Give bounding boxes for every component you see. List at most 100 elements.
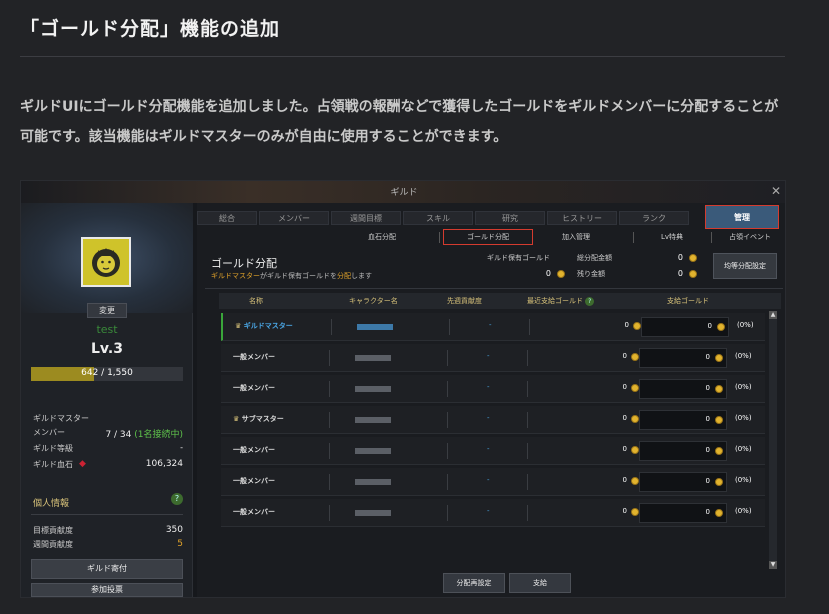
role-label: 一般メンバー (233, 446, 275, 454)
info-bloodstone: ギルド血石 ◆ 106,324 (33, 459, 183, 471)
remaining-value: 0 (677, 269, 683, 278)
guild-management-panel: 総合 メンバー 週間目標 スキル 研究 ヒストリー ランク 管理 血石分配 ゴー… (197, 203, 785, 597)
recent-gold: 0 (622, 445, 627, 453)
lion-icon (92, 248, 120, 277)
table-row[interactable]: 一般メンバー - 0 0 (0%) (221, 437, 765, 465)
character-name-redacted (355, 479, 391, 485)
gold-coin-icon (631, 353, 639, 361)
article-title: 「ゴールド分配」機能の追加 (20, 18, 281, 40)
gold-coin-icon (557, 270, 565, 278)
member-role: 一般メンバー (233, 383, 275, 393)
column-divider (447, 381, 448, 397)
header-recent-gold-label: 最近支給ゴールド (527, 297, 583, 305)
info-value: - (180, 443, 183, 452)
stat-label: 週間貢献度 (33, 540, 73, 549)
tab-management[interactable]: 管理 (705, 205, 779, 229)
scroll-up-icon[interactable]: ▲ (769, 311, 777, 319)
help-icon[interactable]: ? (171, 493, 183, 505)
help-icon[interactable]: ? (585, 297, 595, 306)
header-character: キャラクター名 (349, 297, 398, 305)
pay-button[interactable]: 支給 (509, 573, 571, 593)
pay-gold-value: 0 (705, 353, 710, 361)
guild-donate-button[interactable]: ギルド寄付 (31, 559, 183, 579)
tab-rank[interactable]: ランク (619, 211, 689, 225)
subtab-divider (633, 232, 634, 243)
table-row[interactable]: ♛ ギルドマスター - 0 0 (0%) (221, 313, 765, 341)
subtab-bloodstone[interactable]: 血石分配 (347, 231, 417, 243)
subtab-level-benefits[interactable]: Lv特典 (637, 231, 707, 243)
tab-research[interactable]: 研究 (475, 211, 545, 225)
pay-percentage: (0%) (735, 383, 752, 391)
pay-gold-input[interactable]: 0 (639, 472, 727, 492)
stat-label: 目標貢献度 (33, 526, 73, 535)
pay-gold-value: 0 (707, 322, 712, 330)
pay-percentage: (0%) (735, 476, 752, 484)
role-label: 一般メンバー (233, 353, 275, 361)
pay-percentage: (0%) (735, 414, 752, 422)
crown-icon: ♛ (233, 415, 240, 423)
subtab-gold-distribution[interactable]: ゴールド分配 (443, 229, 533, 245)
vote-button[interactable]: 参加投票 (31, 583, 183, 597)
desc-master: ギルドマスター (211, 272, 260, 280)
pay-gold-input[interactable]: 0 (641, 317, 729, 337)
tab-skill[interactable]: スキル (403, 211, 473, 225)
gold-coin-icon (631, 415, 639, 423)
recent-gold: 0 (622, 476, 627, 484)
pay-gold-input[interactable]: 0 (639, 410, 727, 430)
header-recent-gold: 最近支給ゴールド ? (527, 296, 595, 306)
last-week-contribution: - (487, 352, 490, 360)
tab-members[interactable]: メンバー (259, 211, 329, 225)
recent-gold: 0 (624, 321, 629, 329)
subtab-divider (711, 232, 712, 243)
gold-coin-icon (715, 447, 723, 455)
member-role: ♛ サブマスター (233, 414, 284, 424)
guild-xp-bar: 642 / 1,550 (31, 367, 183, 381)
subtab-join-management[interactable]: 加入管理 (541, 231, 611, 243)
table-row[interactable]: 一般メンバー - 0 0 (0%) (221, 468, 765, 496)
last-week-contribution: - (487, 414, 490, 422)
personal-info-title: 個人情報 (33, 499, 70, 509)
pay-gold-input[interactable]: 0 (639, 503, 727, 523)
stat-value: 350 (165, 525, 183, 535)
info-value: 106,324 (145, 459, 183, 469)
total-distribution-value: 0 (677, 253, 683, 262)
info-guild-master: ギルドマスター (33, 413, 183, 425)
table-row[interactable]: 一般メンバー - 0 0 (0%) (221, 499, 765, 527)
gold-coin-icon (715, 478, 723, 486)
member-role: 一般メンバー (233, 507, 275, 517)
tab-history[interactable]: ヒストリー (547, 211, 617, 225)
change-emblem-button[interactable]: 変更 (87, 303, 127, 318)
pay-gold-input[interactable]: 0 (639, 379, 727, 399)
pay-percentage: (0%) (735, 507, 752, 515)
column-divider (329, 412, 330, 428)
member-role: 一般メンバー (233, 352, 275, 362)
pay-percentage: (0%) (737, 321, 754, 329)
character-name-redacted (355, 448, 391, 454)
scroll-down-icon[interactable]: ▼ (769, 561, 777, 569)
pay-gold-input[interactable]: 0 (639, 348, 727, 368)
column-divider (329, 505, 330, 521)
scrollbar[interactable]: ▲ ▼ (769, 311, 777, 569)
table-row[interactable]: ♛ サブマスター - 0 0 (0%) (221, 406, 765, 434)
table-row[interactable]: 一般メンバー - 0 0 (0%) (221, 375, 765, 403)
info-label: ギルドマスター (33, 414, 89, 423)
gold-coin-icon (689, 270, 697, 278)
table-row[interactable]: 一般メンバー - 0 0 (0%) (221, 344, 765, 372)
even-distribution-button[interactable]: 均等分配設定 (713, 253, 777, 279)
column-divider (527, 412, 528, 428)
window-title: ギルド (390, 188, 418, 198)
tab-overview[interactable]: 総合 (197, 211, 257, 225)
window-titlebar: ギルド ✕ (21, 181, 785, 203)
pay-gold-input[interactable]: 0 (639, 441, 727, 461)
info-label: メンバー (33, 428, 65, 437)
close-icon[interactable]: ✕ (771, 184, 781, 198)
tab-weekly-goal[interactable]: 週間目標 (331, 211, 401, 225)
column-divider (447, 412, 448, 428)
role-label: 一般メンバー (233, 508, 275, 516)
character-name-redacted (355, 417, 391, 423)
redistribute-button[interactable]: 分配再設定 (443, 573, 505, 593)
column-divider (527, 443, 528, 459)
character-name-redacted (355, 355, 391, 361)
subtab-occupation-event[interactable]: 占領イベント (715, 231, 785, 243)
column-divider (329, 381, 330, 397)
